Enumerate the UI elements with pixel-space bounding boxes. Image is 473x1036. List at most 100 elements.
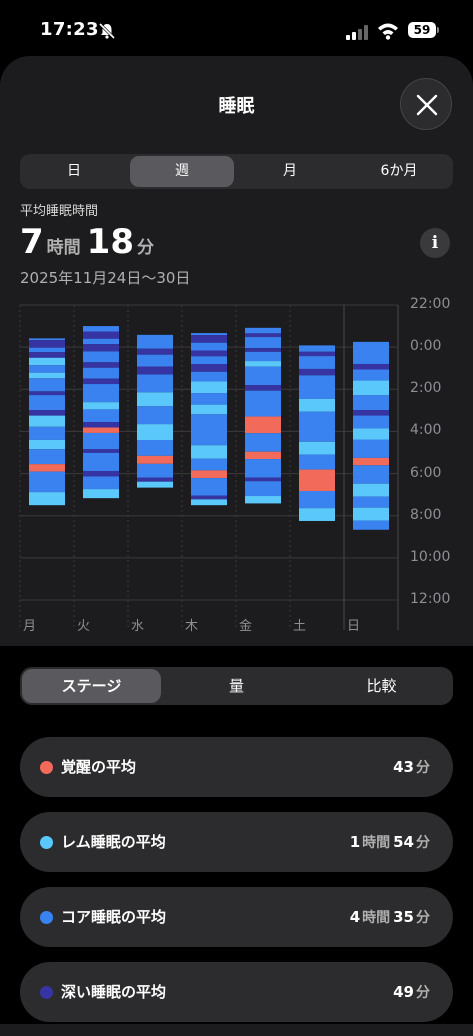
- stage-segment-core: [29, 378, 65, 392]
- stat-unit: 分: [416, 985, 430, 1001]
- sleep-bar-6[interactable]: [353, 341, 389, 530]
- stage-segment-core: [29, 471, 65, 493]
- tab-amount[interactable]: 量: [165, 667, 308, 705]
- x-tick-label: 月: [23, 619, 37, 634]
- stat-row-rem[interactable]: レム睡眠の平均 1 時間 54 分: [20, 812, 453, 872]
- sleep-bar-0[interactable]: [29, 338, 65, 506]
- detail-segmented-control: ステージ 量 比較: [20, 667, 453, 705]
- stage-segment-deep: [191, 495, 227, 500]
- sleep-bar-5[interactable]: [299, 345, 335, 521]
- stat-unit: 分: [416, 910, 430, 926]
- stat-label: レム睡眠の平均: [61, 833, 166, 851]
- stage-segment-awake: [245, 416, 281, 434]
- stage-segment-awake: [29, 464, 65, 472]
- stage-segment-core: [245, 351, 281, 362]
- stage-segment-core: [83, 326, 119, 332]
- y-tick-label: 6:00: [410, 464, 442, 481]
- tab-day[interactable]: 日: [20, 154, 128, 189]
- stage-segment-awake: [137, 455, 173, 464]
- stage-segment-core: [191, 356, 227, 365]
- stat-row-core[interactable]: コア睡眠の平均 4 時間 35 分: [20, 887, 453, 947]
- stage-segment-core: [29, 338, 65, 341]
- stage-segment-core: [299, 345, 335, 352]
- stat-number: 35: [393, 908, 414, 926]
- stage-segment-core: [299, 356, 335, 369]
- y-tick-label: 0:00: [410, 338, 442, 355]
- cellular-signal-icon: [346, 25, 368, 40]
- stage-segment-core: [299, 491, 335, 509]
- stage-segment-core: [299, 454, 335, 470]
- stage-segment-core: [353, 439, 389, 458]
- stage-segment-core: [191, 414, 227, 446]
- stage-segment-deep: [353, 410, 389, 416]
- sleep-bar-1[interactable]: [83, 326, 119, 499]
- stat-row-deep[interactable]: 深い睡眠の平均 49 分: [20, 962, 453, 1022]
- sleep-stages-chart: 22:00 0:00 2:00 4:00 6:00 8:00 10:00 12:00 月 火 水 木…: [0, 295, 473, 640]
- stat-unit: 分: [416, 760, 430, 776]
- stat-value: 49 分: [393, 962, 433, 1023]
- stat-number: 43: [393, 758, 414, 776]
- stage-segment-rem: [353, 483, 389, 497]
- sleep-bar-2[interactable]: [137, 334, 173, 488]
- x-tick-label: 日: [347, 619, 361, 634]
- stage-segment-core: [83, 338, 119, 345]
- stage-segment-core: [83, 367, 119, 379]
- stage-segment-deep: [191, 364, 227, 372]
- stage-segment-awake: [191, 470, 227, 479]
- tab-week[interactable]: 週: [130, 156, 234, 187]
- sleep-bar-4[interactable]: [245, 327, 281, 504]
- stage-segment-deep: [245, 385, 281, 391]
- y-tick-label: 8:00: [410, 506, 442, 523]
- stage-segment-deep: [83, 331, 119, 339]
- stage-segment-core: [29, 449, 65, 465]
- period-segmented-control: 日 週 月 6か月: [20, 154, 453, 189]
- stat-label: コア睡眠の平均: [61, 908, 167, 926]
- legend-dot-rem: [40, 836, 53, 849]
- close-button[interactable]: [400, 78, 452, 130]
- stage-segment-core: [29, 395, 65, 411]
- x-tick-label: 火: [77, 619, 91, 634]
- stage-segment-core: [299, 375, 335, 399]
- stage-segment-deep: [299, 368, 335, 376]
- stage-segment-deep: [83, 470, 119, 477]
- stage-segment-core: [245, 337, 281, 349]
- sleep-bar-3[interactable]: [191, 333, 227, 506]
- stage-segment-core: [245, 366, 281, 386]
- status-bar: 17:23 59: [0, 0, 473, 58]
- stage-segment-rem: [353, 428, 389, 440]
- stage-segment-rem: [29, 439, 65, 450]
- stage-segment-core: [83, 409, 119, 423]
- stat-row-awake[interactable]: 覚醒の平均 43 分: [20, 737, 453, 797]
- stage-segment-rem: [353, 507, 389, 521]
- stage-segment-core: [137, 354, 173, 367]
- tab-6months[interactable]: 6か月: [345, 154, 453, 189]
- tab-compare[interactable]: 比較: [310, 667, 453, 705]
- date-range: 2025年11月24日〜30日: [20, 269, 191, 287]
- stage-segment-core: [245, 327, 281, 334]
- stat-unit: 分: [416, 835, 430, 851]
- stage-segment-deep: [29, 340, 65, 348]
- stage-segment-rem: [191, 381, 227, 394]
- stage-segment-core: [83, 452, 119, 471]
- info-button[interactable]: i: [420, 228, 450, 258]
- stage-segment-rem: [299, 508, 335, 521]
- stage-segment-core: [137, 374, 173, 393]
- tab-month[interactable]: 月: [236, 154, 344, 189]
- stage-segment-deep: [137, 348, 173, 355]
- stage-segment-core: [353, 520, 389, 530]
- stage-segment-core: [137, 440, 173, 456]
- stage-segment-rem: [353, 380, 389, 396]
- stage-segment-deep: [245, 348, 281, 352]
- x-tick-label: 木: [185, 619, 199, 634]
- stage-segment-awake: [245, 451, 281, 460]
- stage-segment-rem: [245, 496, 281, 504]
- stat-value: 43 分: [393, 737, 433, 798]
- tab-stages[interactable]: ステージ: [22, 669, 161, 703]
- stage-segment-deep: [29, 391, 65, 396]
- stat-label: 深い睡眠の平均: [61, 983, 167, 1001]
- stage-segment-deep: [353, 363, 389, 370]
- stage-segment-core: [137, 406, 173, 425]
- stage-segment-rem: [29, 357, 65, 366]
- battery-tip: [437, 27, 439, 33]
- status-time: 17:23: [40, 19, 99, 40]
